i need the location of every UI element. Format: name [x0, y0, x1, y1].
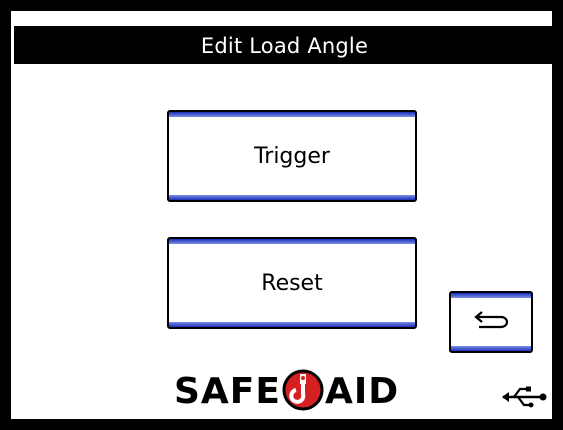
device-screen: [11, 11, 552, 419]
reset-button-label: Reset: [261, 270, 323, 296]
trigger-button[interactable]: Trigger: [167, 110, 417, 202]
trigger-button-label: Trigger: [254, 143, 330, 169]
hook-logo-icon: [282, 368, 324, 416]
return-arrow-icon: [473, 311, 509, 333]
usb-icon: [500, 385, 548, 413]
page-title: Edit Load Angle: [14, 26, 555, 64]
reset-button[interactable]: Reset: [167, 237, 417, 329]
safe-aid-logo: SAFE AID: [174, 369, 399, 415]
logo-text-right: AID: [324, 371, 400, 412]
back-button[interactable]: [449, 291, 533, 353]
logo-text-left: SAFE: [174, 371, 281, 412]
